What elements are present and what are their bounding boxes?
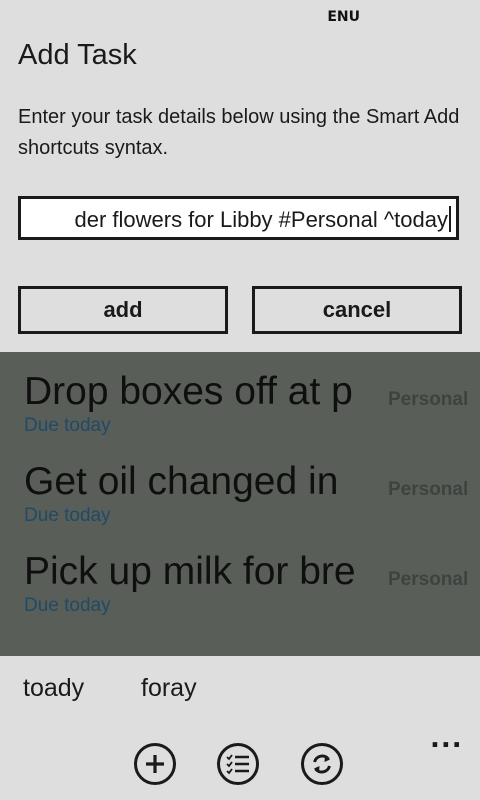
status-bar: ENU <box>0 0 480 34</box>
add-button[interactable]: add <box>18 286 228 334</box>
task-due: Due today <box>24 595 111 616</box>
list-icon[interactable] <box>217 743 259 785</box>
task-row[interactable]: Drop boxes off at p Due today Personal <box>0 352 480 442</box>
app-bar: ... <box>0 720 480 800</box>
task-row[interactable]: Get oil changed in Due today Personal <box>0 442 480 532</box>
dialog-instructions: Enter your task details below using the … <box>18 106 460 159</box>
task-title: Drop boxes off at p <box>24 370 353 413</box>
sync-icon[interactable] <box>301 743 343 785</box>
task-list-dimmed: Drop boxes off at p Due today Personal G… <box>0 352 480 656</box>
task-row[interactable]: Pick up milk for bre Due today Personal <box>0 532 480 622</box>
add-icon[interactable] <box>134 743 176 785</box>
dialog-title: Add Task <box>18 39 137 71</box>
add-task-dialog: Add Task Enter your task details below u… <box>0 34 480 352</box>
task-due: Due today <box>24 415 111 436</box>
suggestion-item[interactable]: foray <box>141 674 197 703</box>
task-input-value: der flowers for Libby #Personal ^today <box>74 207 448 232</box>
task-tag: Personal <box>388 389 469 410</box>
task-title: Get oil changed in <box>24 460 339 503</box>
task-tag: Personal <box>388 569 469 590</box>
sync-glyph <box>313 754 331 774</box>
plus-glyph <box>146 755 164 773</box>
suggestion-item[interactable]: toady <box>23 674 84 703</box>
text-caret <box>449 206 451 232</box>
cancel-button[interactable]: cancel <box>252 286 462 334</box>
language-indicator: ENU <box>327 9 360 25</box>
task-input-value-wrapper: der flowers for Libby #Personal ^today <box>74 206 451 233</box>
spelling-suggestions: toady foray <box>0 656 480 720</box>
task-title: Pick up milk for bre <box>24 550 356 593</box>
more-options-icon[interactable]: ... <box>430 724 463 754</box>
task-tag: Personal <box>388 479 469 500</box>
checklist-glyph <box>226 754 249 775</box>
task-due: Due today <box>24 505 111 526</box>
task-input[interactable]: der flowers for Libby #Personal ^today <box>18 196 459 240</box>
